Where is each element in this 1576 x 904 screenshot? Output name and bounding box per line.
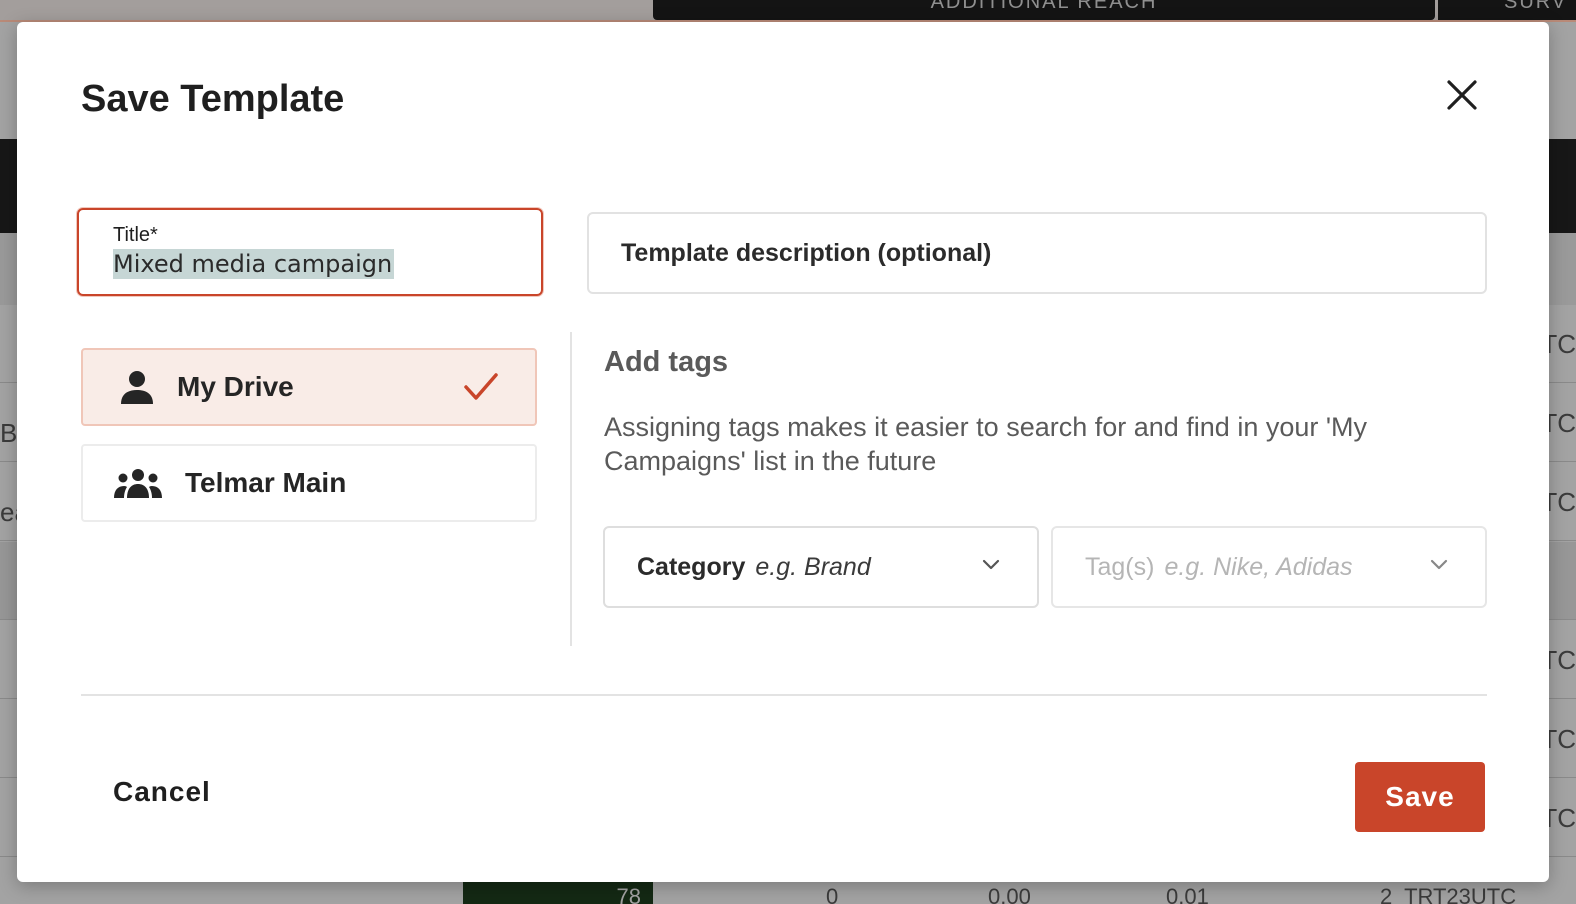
save-button[interactable]: Save	[1355, 762, 1485, 832]
chevron-down-icon	[1430, 559, 1448, 570]
chevron-down-icon	[982, 559, 1000, 570]
background-bottom-cell: 78	[463, 880, 653, 904]
cancel-button[interactable]: Cancel	[99, 772, 225, 812]
background-bottom-value: 0.00	[988, 884, 1031, 904]
title-input-value[interactable]: Mixed media campaign	[113, 249, 395, 279]
check-icon	[464, 373, 498, 400]
category-select-label: Category	[637, 552, 746, 581]
footer-divider	[81, 694, 1487, 696]
tags-heading: Add tags	[604, 346, 729, 378]
background-bottom-value: 0.01	[1166, 884, 1209, 904]
drive-option-label: My Drive	[177, 371, 294, 402]
tags-select-placeholder: e.g. Nike, Adidas	[1164, 552, 1353, 581]
description-field[interactable]: Template description (optional)	[587, 212, 1487, 294]
drive-option-my-drive[interactable]: My Drive	[81, 348, 537, 426]
background-tab-survey: SURV	[1438, 0, 1576, 20]
dialog-title: Save Template	[81, 78, 345, 120]
close-button[interactable]	[1441, 74, 1483, 116]
drive-option-telmar-main[interactable]: Telmar Main	[81, 444, 537, 522]
section-divider	[570, 332, 572, 646]
description-placeholder: Template description (optional)	[621, 238, 992, 267]
title-field-label: Title*	[113, 224, 158, 246]
group-icon	[114, 469, 162, 498]
drive-option-label: Telmar Main	[185, 467, 347, 498]
background-tab-additional-reach: ADDITIONAL REACH	[653, 0, 1435, 20]
close-icon	[1447, 80, 1477, 110]
tags-description: Assigning tags makes it easier to search…	[604, 412, 1368, 476]
category-select[interactable]: Category e.g. Brand	[603, 526, 1039, 608]
tags-select-label: Tag(s)	[1085, 552, 1155, 581]
tags-select[interactable]: Tag(s) e.g. Nike, Adidas	[1051, 526, 1487, 608]
background-bottom-value: 0	[826, 884, 839, 904]
person-icon	[121, 371, 153, 404]
background-bottom-value: 2 TRT23UTC	[1380, 884, 1517, 904]
category-select-placeholder: e.g. Brand	[755, 552, 871, 581]
save-template-dialog: Save Template Title* Mixed media campaig…	[17, 22, 1549, 882]
title-field[interactable]: Title* Mixed media campaign	[77, 208, 543, 296]
